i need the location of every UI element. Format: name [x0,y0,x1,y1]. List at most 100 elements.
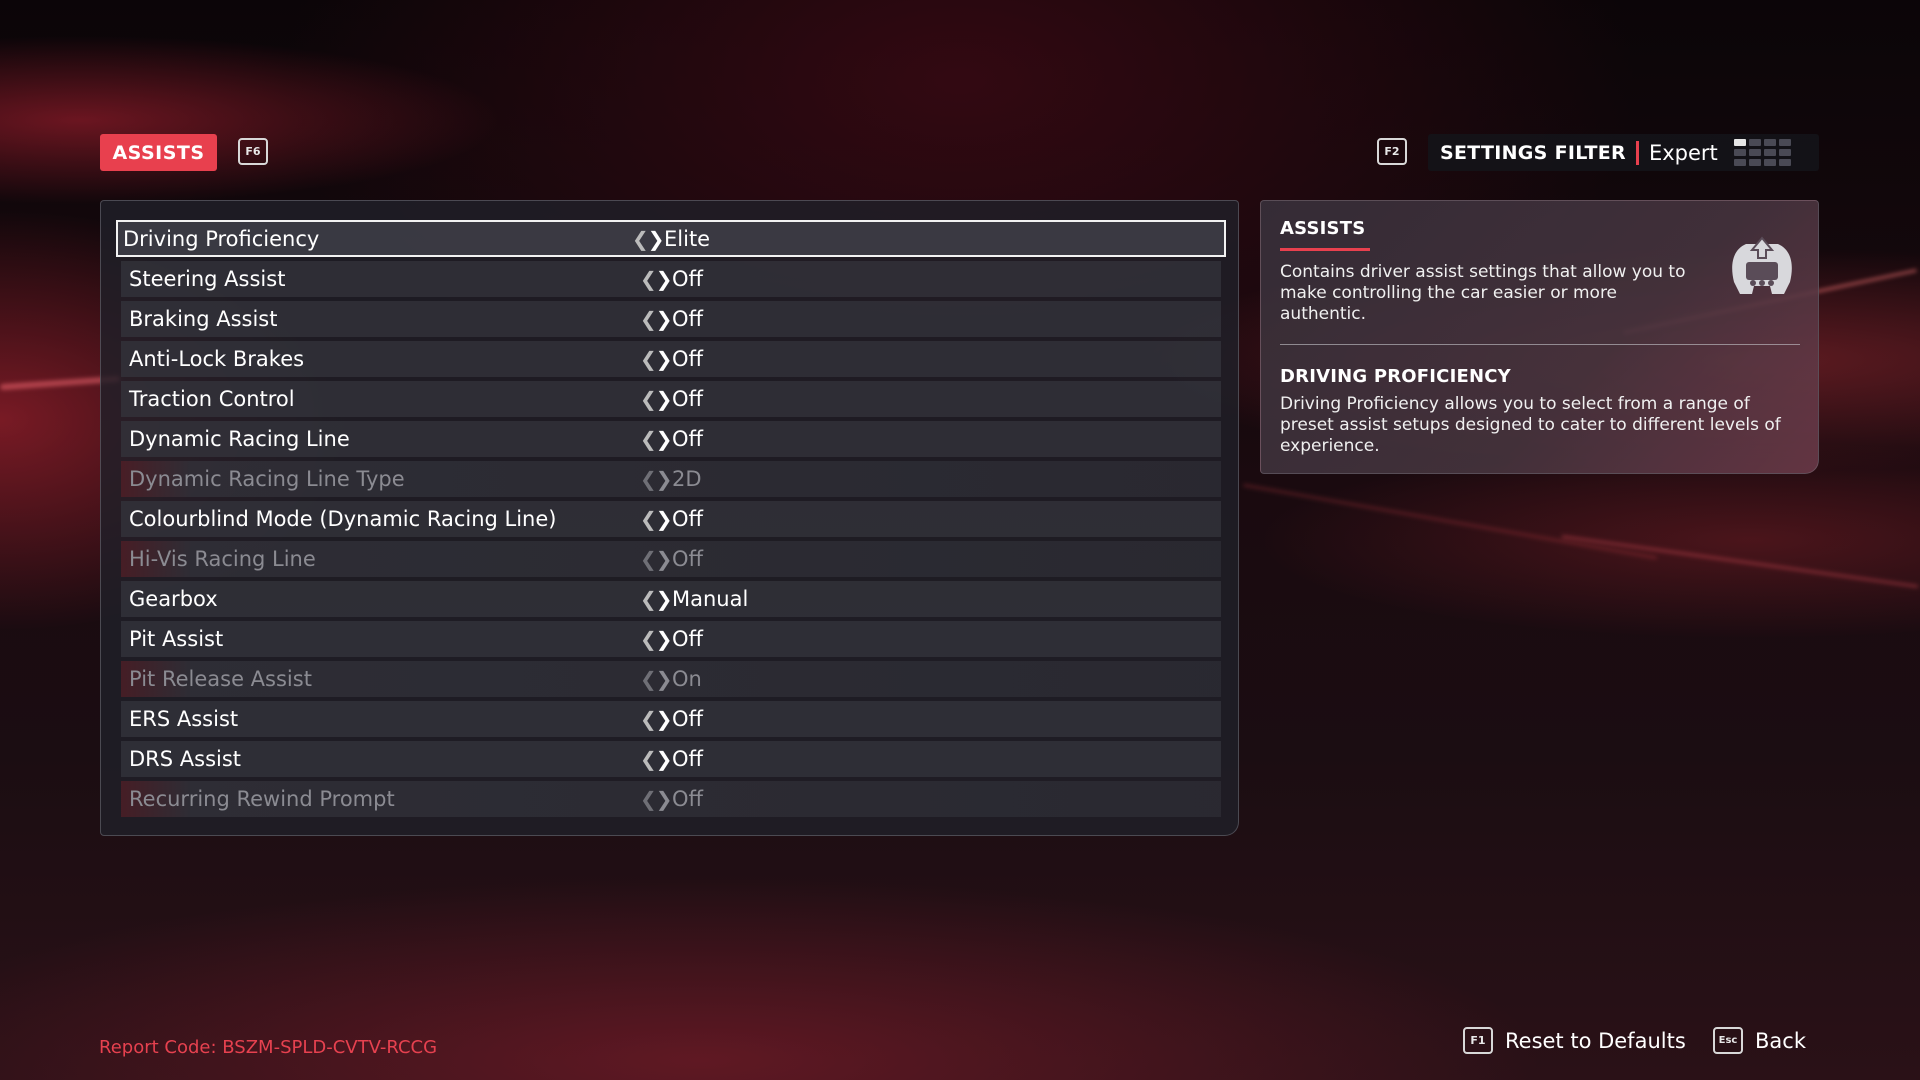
setting-label: DRS Assist [129,747,242,771]
setting-row-anti-lock-brakes[interactable]: Anti-Lock Brakes ❮❯ Off [121,341,1221,377]
setting-label: Gearbox [129,587,218,611]
value-arrows[interactable]: ❮❯ [640,667,673,691]
chevron-left-icon[interactable]: ❮ [640,547,657,571]
chevron-left-icon[interactable]: ❮ [640,507,657,531]
reset-defaults-button[interactable]: F1 Reset to Defaults [1463,1027,1686,1054]
setting-label: Hi-Vis Racing Line [129,547,316,571]
setting-value: Off [672,347,703,371]
chevron-left-icon[interactable]: ❮ [640,707,657,731]
value-arrows[interactable]: ❮❯ [640,787,673,811]
chevron-left-icon[interactable]: ❮ [640,667,657,691]
settings-filter-value: Expert [1648,140,1718,165]
chevron-left-icon[interactable]: ❮ [640,787,657,811]
report-code: Report Code: BSZM-SPLD-CVTV-RCCG [99,1037,438,1058]
chevron-right-icon[interactable]: ❯ [656,787,673,811]
setting-value: On [672,667,702,691]
chevron-left-icon[interactable]: ❮ [640,387,657,411]
setting-label: Dynamic Racing Line [129,427,350,451]
chevron-right-icon[interactable]: ❯ [656,587,673,611]
info-description: Contains driver assist settings that all… [1280,262,1686,324]
setting-value: Off [672,787,703,811]
value-arrows[interactable]: ❮❯ [640,747,673,771]
info-title-underline [1280,248,1370,251]
setting-value: Off [672,267,703,291]
setting-row-ers-assist[interactable]: ERS Assist ❮❯ Off [121,701,1221,737]
setting-row-recurring-rewind-prompt[interactable]: Recurring Rewind Prompt ❮❯ Off [121,781,1221,817]
chevron-right-icon[interactable]: ❯ [656,627,673,651]
chevron-right-icon[interactable]: ❯ [656,267,673,291]
chevron-right-icon[interactable]: ❯ [656,467,673,491]
detail-text: Driving Proficiency allows you to select… [1280,394,1781,456]
settings-list-panel: Driving Proficiency ❮❯ Elite Steering Assis… [100,200,1239,836]
setting-row-dynamic-racing-line[interactable]: Dynamic Racing Line ❮❯ Off [121,421,1221,457]
setting-value: Off [672,307,703,331]
chevron-right-icon[interactable]: ❯ [656,427,673,451]
chevron-right-icon[interactable]: ❯ [656,387,673,411]
esc-key-label: Esc [1718,1035,1738,1046]
setting-row-gearbox[interactable]: Gearbox ❮❯ Manual [121,581,1221,617]
info-panel: ASSISTS Contains driver assist settings … [1260,200,1819,474]
value-arrows[interactable]: ❮❯ [640,547,673,571]
value-arrows[interactable]: ❮❯ [640,387,673,411]
setting-row-hi-vis-racing-line[interactable]: Hi-Vis Racing Line ❮❯ Off [121,541,1221,577]
setting-value: Manual [672,587,749,611]
chevron-left-icon[interactable]: ❮ [640,747,657,771]
value-arrows[interactable]: ❮❯ [640,467,673,491]
back-button[interactable]: Esc Back [1713,1027,1806,1054]
detail-title: DRIVING PROFICIENCY [1280,366,1511,387]
chevron-left-icon[interactable]: ❮ [640,267,657,291]
chevron-left-icon[interactable]: ❮ [640,467,657,491]
setting-value: Off [672,627,703,651]
chevron-right-icon[interactable]: ❯ [656,707,673,731]
setting-label: Braking Assist [129,307,278,331]
settings-filter[interactable]: SETTINGS FILTER Expert [1428,134,1819,171]
tab-assists[interactable]: ASSISTS [100,134,217,171]
setting-value: Off [672,507,703,531]
steering-wheel-icon [1732,236,1792,294]
chevron-right-icon[interactable]: ❯ [656,507,673,531]
light-streak [1242,483,1658,560]
chevron-right-icon[interactable]: ❯ [656,547,673,571]
setting-row-pit-release-assist[interactable]: Pit Release Assist ❮❯ On [121,661,1221,697]
value-arrows[interactable]: ❮❯ [640,347,673,371]
setting-row-braking-assist[interactable]: Braking Assist ❮❯ Off [121,301,1221,337]
light-streak [1561,534,1919,589]
setting-row-dynamic-racing-line-type[interactable]: Dynamic Racing Line Type ❮❯ 2D [121,461,1221,497]
f6-key-hint[interactable]: F6 [238,138,268,165]
setting-row-steering-assist[interactable]: Steering Assist ❮❯ Off [121,261,1221,297]
chevron-right-icon[interactable]: ❯ [656,747,673,771]
chevron-left-icon[interactable]: ❮ [640,307,657,331]
chevron-left-icon[interactable]: ❮ [640,587,657,611]
chevron-right-icon[interactable]: ❯ [648,227,665,251]
value-arrows[interactable]: ❮❯ [640,587,673,611]
chevron-left-icon[interactable]: ❮ [640,427,657,451]
value-arrows[interactable]: ❮❯ [640,427,673,451]
setting-label: Recurring Rewind Prompt [129,787,395,811]
value-arrows[interactable]: ❮❯ [640,267,673,291]
setting-label: Driving Proficiency [123,226,320,251]
tab-assists-label: ASSISTS [112,141,205,164]
setting-value: Off [672,747,703,771]
chevron-right-icon[interactable]: ❯ [656,347,673,371]
chevron-right-icon[interactable]: ❯ [656,667,673,691]
chevron-right-icon[interactable]: ❯ [656,307,673,331]
f2-key-hint[interactable]: F2 [1377,138,1407,165]
value-arrows[interactable]: ❮❯ [640,707,673,731]
setting-row-colourblind-mode-dynamic-racing-line[interactable]: Colourblind Mode (Dynamic Racing Line) ❮❯… [121,501,1221,537]
reset-defaults-label: Reset to Defaults [1505,1028,1686,1053]
setting-row-driving-proficiency[interactable]: Driving Proficiency ❮❯ Elite [116,220,1226,257]
chevron-left-icon[interactable]: ❮ [640,627,657,651]
value-arrows[interactable]: ❮❯ [640,507,673,531]
setting-row-drs-assist[interactable]: DRS Assist ❮❯ Off [121,741,1221,777]
setting-label: Pit Assist [129,627,224,651]
setting-row-pit-assist[interactable]: Pit Assist ❮❯ Off [121,621,1221,657]
value-arrows[interactable]: ❮❯ [632,227,665,251]
setting-label: Anti-Lock Brakes [129,347,305,371]
value-arrows[interactable]: ❮❯ [640,627,673,651]
value-arrows[interactable]: ❮❯ [640,307,673,331]
f1-key-hint: F1 [1463,1027,1493,1054]
chevron-left-icon[interactable]: ❮ [632,227,649,251]
setting-label: Dynamic Racing Line Type [129,467,405,491]
setting-row-traction-control[interactable]: Traction Control ❮❯ Off [121,381,1221,417]
chevron-left-icon[interactable]: ❮ [640,347,657,371]
